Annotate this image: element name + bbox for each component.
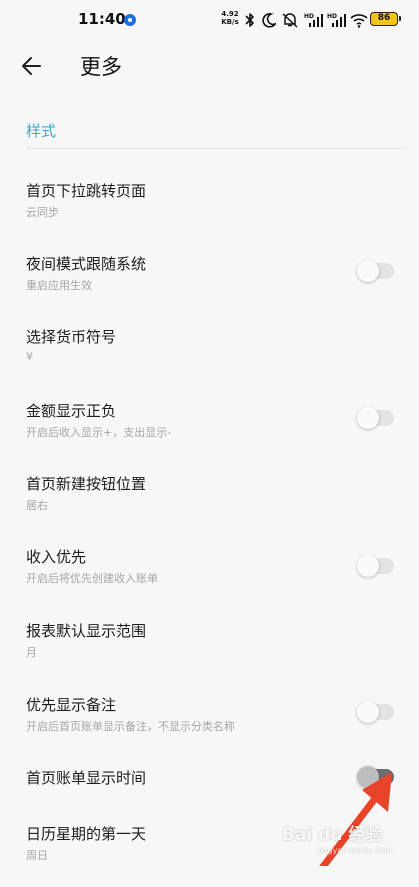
- wifi-icon: [350, 14, 368, 28]
- setting-new-button-position[interactable]: 首页新建按钮位置 居右: [0, 473, 419, 537]
- setting-currency-symbol[interactable]: 选择货币符号 ¥: [0, 326, 419, 390]
- signal-icon: HD: [304, 13, 323, 27]
- setting-income-first[interactable]: 收入优先 开启后将优先创建收入账单: [0, 546, 419, 610]
- signal-icon: HD: [327, 13, 346, 27]
- bluetooth-icon: [245, 13, 254, 27]
- toggle-knob: [357, 701, 379, 723]
- setting-night-mode-follow-system[interactable]: 夜间模式跟随系统 重启应用生效: [0, 253, 419, 317]
- setting-subtitle: 开启后将优先创建收入账单: [26, 572, 158, 585]
- setting-title: 优先显示备注: [26, 696, 117, 714]
- setting-report-default-range[interactable]: 报表默认显示范围 月: [0, 620, 419, 684]
- network-speed-unit: KB/s: [221, 18, 239, 26]
- network-speed-value: 4.92: [221, 10, 239, 18]
- status-bar: 11:40 4.92 KB/s HD HD 86: [0, 0, 419, 40]
- setting-show-note-first[interactable]: 优先显示备注 开启后首页账单显示备注，不显示分类名称: [0, 694, 419, 758]
- setting-subtitle: 周日: [26, 849, 48, 862]
- setting-home-pulldown-page[interactable]: 首页下拉跳转页面 云同步: [0, 180, 419, 244]
- setting-title: 金额显示正负: [26, 402, 117, 420]
- setting-subtitle: 开启后首页账单显示备注，不显示分类名称: [26, 720, 235, 733]
- setting-title: 选择货币符号: [26, 328, 117, 346]
- toggle-knob: [357, 766, 379, 788]
- show-time-toggle[interactable]: [357, 766, 394, 788]
- setting-title: 首页账单显示时间: [26, 769, 147, 787]
- amount-sign-toggle[interactable]: [357, 407, 394, 429]
- setting-amount-sign[interactable]: 金额显示正负 开启后收入显示+，支出显示-: [0, 400, 419, 464]
- toggle-knob: [357, 260, 379, 282]
- setting-subtitle: 居右: [26, 499, 48, 512]
- toggle-knob: [357, 407, 379, 429]
- setting-title: 报表默认显示范围: [26, 622, 147, 640]
- setting-subtitle: 开启后收入显示+，支出显示-: [26, 426, 172, 439]
- watermark-subtext: jingyan.baidu.com: [318, 846, 392, 855]
- network-speed: 4.92 KB/s: [218, 10, 242, 26]
- setting-subtitle: 月: [26, 646, 37, 659]
- section-header: 样式: [26, 122, 57, 140]
- setting-title: 收入优先: [26, 548, 87, 566]
- setting-title: 夜间模式跟随系统: [26, 255, 147, 273]
- notification-dot-icon: [124, 14, 136, 26]
- section-divider: [26, 148, 407, 149]
- show-note-toggle[interactable]: [357, 701, 394, 723]
- svg-text:HD: HD: [304, 13, 314, 20]
- watermark-text: Bai du 经验: [282, 825, 383, 845]
- moon-icon: [262, 13, 276, 28]
- svg-text:HD: HD: [327, 13, 337, 20]
- setting-title: 首页下拉跳转页面: [26, 182, 147, 200]
- app-bar: 更多: [0, 40, 419, 92]
- page-title: 更多: [80, 55, 122, 79]
- mute-bell-icon: [282, 13, 298, 28]
- income-first-toggle[interactable]: [357, 555, 394, 577]
- arrow-left-icon[interactable]: [18, 52, 46, 80]
- toggle-knob: [357, 555, 379, 577]
- setting-title: 首页新建按钮位置: [26, 475, 147, 493]
- status-time: 11:40: [78, 10, 126, 28]
- setting-subtitle: 重启应用生效: [26, 279, 92, 292]
- setting-subtitle: 云同步: [26, 206, 59, 219]
- setting-title: 日历星期的第一天: [26, 825, 147, 843]
- night-mode-toggle[interactable]: [357, 260, 394, 282]
- battery-icon: 86: [370, 12, 401, 26]
- setting-subtitle: ¥: [26, 350, 33, 363]
